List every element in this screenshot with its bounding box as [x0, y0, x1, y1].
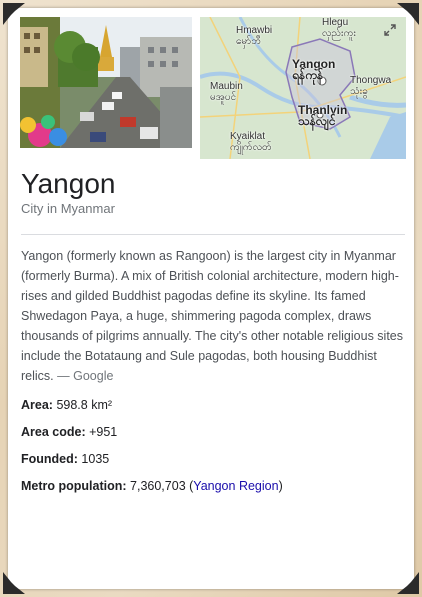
map-label-kyaiklat: Kyaiklat ကျိုက်လတ် — [230, 131, 272, 153]
map-label-thanlyin-my: သန်လျင် — [298, 114, 336, 128]
frame-corner-top-left-icon — [3, 3, 25, 25]
map-label-yangon-my: ရန်ကုန် — [292, 68, 324, 82]
fact-area-label[interactable]: Area: — [21, 398, 53, 412]
map-label-hmawbi-my: မှော်ဘီ — [236, 36, 261, 47]
map-label-thongwa-en: Thongwa — [350, 75, 392, 86]
map-label-thanlyin: Thanlyin သန်လျင် — [298, 104, 347, 128]
description-source[interactable]: — Google — [57, 369, 113, 383]
fact-area-code-label[interactable]: Area code: — [21, 425, 86, 439]
map-label-hmawbi-en: Hmawbi — [236, 25, 273, 36]
fact-founded-value: 1035 — [81, 452, 110, 466]
map-label-thongwa-my: သုံးခွ — [350, 86, 368, 97]
map-label-yangon: Yangon ရန်ကုန် — [292, 58, 335, 82]
fact-metro-population: Metro population: 7,360,703 (Yangon Regi… — [21, 479, 283, 493]
frame-corner-bottom-right-icon — [397, 572, 419, 594]
entity-subtitle: City in Myanmar — [21, 201, 115, 216]
fact-metro-close-paren: ) — [278, 479, 283, 493]
city-map[interactable]: Hmawbi မှော်ဘီ Hlegu လှည်းကူး Yangon ရန်… — [200, 17, 406, 159]
map-label-hlegu-en: Hlegu — [322, 17, 349, 28]
city-photo[interactable] — [20, 17, 192, 148]
fact-metro-value: 7,360,703 — [130, 479, 186, 493]
fact-metro-link[interactable]: Yangon Region — [193, 479, 278, 493]
fact-area-code: Area code: +951 — [21, 425, 117, 439]
fact-area: Area: 598.8 km² — [21, 398, 112, 412]
map-label-maubin-my: မအူပင် — [210, 92, 237, 103]
frame-corner-bottom-left-icon — [3, 572, 25, 594]
fact-area-value: 598.8 km² — [56, 398, 113, 412]
map-label-thongwa: Thongwa သုံးခွ — [350, 75, 391, 97]
knowledge-panel-card: Hmawbi မှော်ဘီ Hlegu လှည်းကူး Yangon ရန်… — [8, 8, 414, 589]
map-label-maubin: Maubin မအူပင် — [210, 81, 243, 103]
frame-corner-top-right-icon — [397, 3, 419, 25]
fact-founded: Founded: 1035 — [21, 452, 109, 466]
expand-icon[interactable] — [380, 22, 400, 42]
map-label-hmawbi: Hmawbi မှော်ဘီ — [236, 25, 272, 47]
map-label-maubin-en: Maubin — [210, 81, 243, 92]
expand-arrows-icon — [384, 24, 396, 36]
fact-area-code-value: +951 — [89, 425, 118, 439]
map-label-hlegu: Hlegu လှည်းကူး — [322, 17, 356, 39]
description: Yangon (formerly known as Rangoon) is th… — [21, 246, 407, 386]
fact-metro-label[interactable]: Metro population: — [21, 479, 127, 493]
entity-title: Yangon — [21, 168, 116, 199]
divider — [21, 234, 405, 235]
fact-founded-label[interactable]: Founded: — [21, 452, 78, 466]
map-label-kyaiklat-en: Kyaiklat — [230, 131, 266, 142]
city-photo-image — [20, 17, 192, 148]
map-label-kyaiklat-my: ကျိုက်လတ် — [230, 142, 272, 153]
map-label-hlegu-my: လှည်းကူး — [322, 28, 356, 39]
description-text: Yangon (formerly known as Rangoon) is th… — [21, 249, 403, 383]
